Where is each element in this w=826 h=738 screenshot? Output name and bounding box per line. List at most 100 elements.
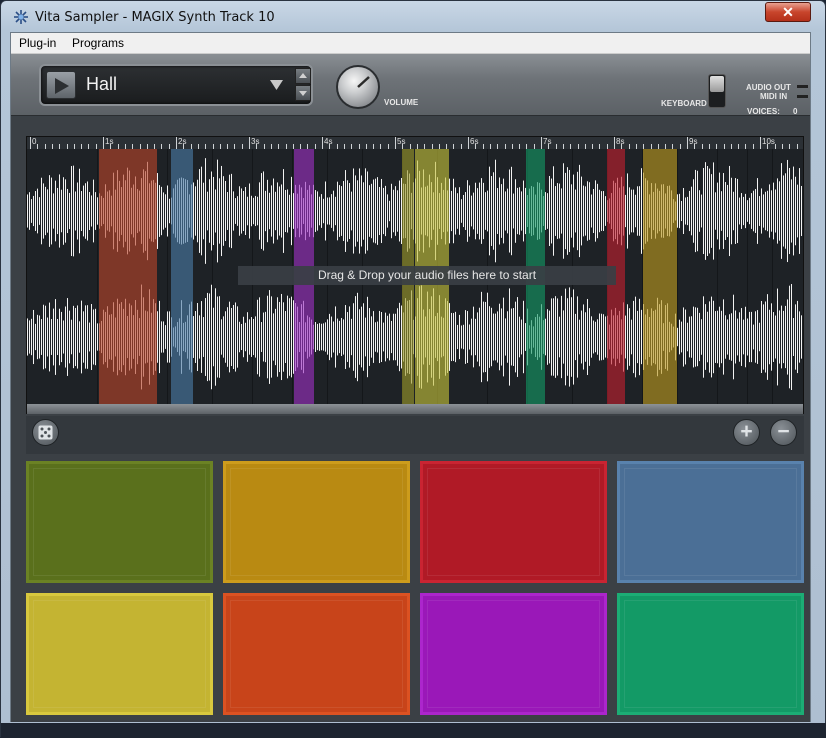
pad-6[interactable] xyxy=(223,593,410,715)
waveform-sample xyxy=(83,311,84,363)
waveform-sample xyxy=(751,193,752,229)
waveform-sample xyxy=(571,297,572,377)
waveform-sample xyxy=(487,292,488,382)
slice-region[interactable] xyxy=(171,149,193,404)
waveform-sample xyxy=(39,315,40,359)
waveform-sample xyxy=(237,196,238,226)
waveform-sample xyxy=(719,172,720,250)
waveform-sample xyxy=(581,176,582,246)
waveform-sample xyxy=(49,302,50,372)
waveform-sample xyxy=(521,191,522,231)
waveform-sample xyxy=(163,192,164,230)
play-button[interactable] xyxy=(46,71,76,99)
waveform-sample xyxy=(701,194,702,228)
waveform-sample xyxy=(287,295,288,379)
waveform-sample xyxy=(85,305,86,369)
waveform-sample xyxy=(65,179,66,243)
waveform-sample xyxy=(225,180,226,242)
waveform-sample xyxy=(779,310,780,364)
menu-plugin[interactable]: Plug-in xyxy=(19,36,56,50)
waveform-sample xyxy=(495,159,496,263)
pad-7[interactable] xyxy=(420,593,607,715)
preset-prev-button[interactable] xyxy=(295,68,311,84)
waveform-sample xyxy=(335,196,336,226)
waveform-sample xyxy=(233,191,234,231)
waveform-area[interactable]: Drag & Drop your audio files here to sta… xyxy=(27,149,803,404)
waveform-sample xyxy=(281,184,282,238)
plugin-client-area: Plug-in Programs Hall VOLUME KEYBOARD AU… xyxy=(10,32,811,722)
waveform-sample xyxy=(203,182,204,240)
waveform-sample xyxy=(725,182,726,240)
waveform-sample xyxy=(771,190,772,232)
waveform-sample xyxy=(571,184,572,238)
pad-5[interactable] xyxy=(26,593,213,715)
waveform-sample xyxy=(801,185,802,237)
waveform-sample xyxy=(703,296,704,378)
waveform-sample xyxy=(635,296,636,378)
waveform-sample xyxy=(767,294,768,380)
pad-1[interactable] xyxy=(26,461,213,583)
waveform-sample xyxy=(249,183,250,239)
title-bar[interactable]: Vita Sampler - MAGIX Synth Track 10 ✕ xyxy=(1,1,825,33)
waveform-sample xyxy=(243,316,244,358)
preset-selector[interactable]: Hall xyxy=(39,64,313,106)
waveform-sample xyxy=(81,191,82,231)
waveform-scrollbar[interactable] xyxy=(27,404,803,414)
waveform-sample xyxy=(291,296,292,378)
waveform-sample xyxy=(289,298,290,376)
waveform-sample xyxy=(57,318,58,356)
pad-8[interactable] xyxy=(617,593,804,715)
waveform-sample xyxy=(475,318,476,356)
waveform-sample xyxy=(205,298,206,376)
pad-2[interactable] xyxy=(223,461,410,583)
pad-3[interactable] xyxy=(420,461,607,583)
preset-next-button[interactable] xyxy=(295,85,311,101)
waveform-sample xyxy=(351,318,352,356)
waveform-sample xyxy=(727,184,728,238)
waveform-sample xyxy=(471,318,472,356)
waveform-sample xyxy=(683,187,684,235)
drop-hint: Drag & Drop your audio files here to sta… xyxy=(238,266,616,285)
waveform-sample xyxy=(287,189,288,233)
waveform-sample xyxy=(201,301,202,373)
waveform-sample xyxy=(341,317,342,357)
slice-region[interactable] xyxy=(643,149,677,404)
waveform-sample xyxy=(267,295,268,379)
keyboard-toggle[interactable] xyxy=(708,74,726,108)
waveform-panel[interactable]: 0 1s 2s 3s 4s 5s 6s 7s 8s 9s 10s Drag & Drop your … xyxy=(26,136,804,414)
window-title: Vita Sampler - MAGIX Synth Track 10 xyxy=(35,10,275,25)
waveform-sample xyxy=(523,180,524,242)
pad-inner xyxy=(427,468,600,576)
menu-programs[interactable]: Programs xyxy=(72,36,124,50)
waveform-sample xyxy=(399,302,400,372)
waveform-sample xyxy=(397,308,398,366)
time-ruler[interactable]: 0 1s 2s 3s 4s 5s 6s 7s 8s 9s 10s xyxy=(27,137,803,149)
waveform-sample xyxy=(729,165,730,257)
volume-knob[interactable] xyxy=(336,65,380,109)
waveform-sample xyxy=(555,296,556,378)
waveform-sample xyxy=(95,308,96,366)
slice-region[interactable] xyxy=(99,149,157,404)
randomize-button[interactable] xyxy=(32,419,59,446)
waveform-sample xyxy=(515,179,516,243)
zoom-out-button[interactable]: − xyxy=(770,419,797,446)
waveform-sample xyxy=(321,194,322,228)
waveform-sample xyxy=(587,298,588,376)
waveform-sample xyxy=(461,325,462,349)
waveform-sample xyxy=(69,192,70,230)
waveform-sample xyxy=(167,311,168,363)
waveform-sample xyxy=(373,311,374,363)
waveform-sample xyxy=(769,309,770,365)
waveform-sample xyxy=(395,186,396,236)
close-button[interactable]: ✕ xyxy=(765,2,811,22)
waveform-sample xyxy=(161,321,162,353)
pad-4[interactable] xyxy=(617,461,804,583)
waveform-sample xyxy=(455,311,456,363)
waveform-sample xyxy=(725,315,726,359)
waveform-sample xyxy=(207,292,208,382)
waveform-sample xyxy=(641,168,642,254)
waveform-sample xyxy=(481,291,482,383)
dropdown-arrow-icon[interactable] xyxy=(270,80,283,90)
ruler-major-tick xyxy=(103,137,104,149)
zoom-in-button[interactable]: + xyxy=(733,419,760,446)
